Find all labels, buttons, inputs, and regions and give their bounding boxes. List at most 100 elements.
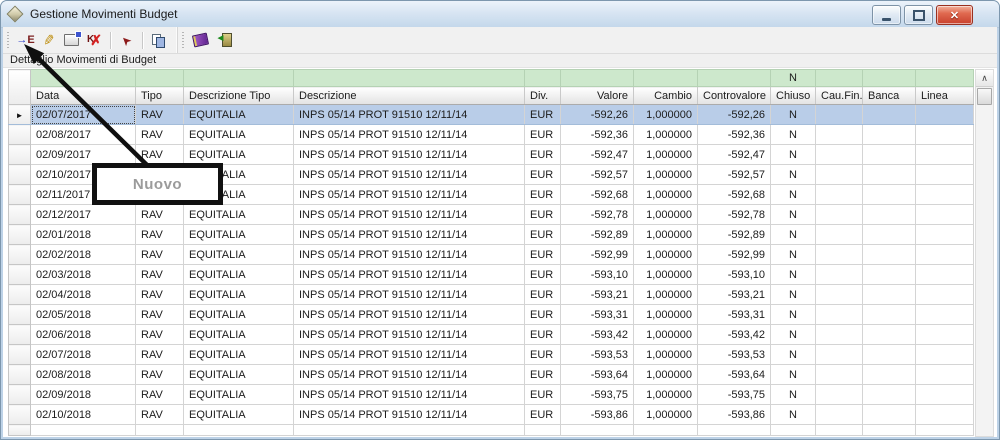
cell-div[interactable]: EUR (525, 385, 561, 405)
cell-linea[interactable] (916, 285, 974, 305)
cell-banca[interactable] (863, 225, 916, 245)
cell-descrizione_tipo[interactable]: EQUITALIA (184, 245, 294, 265)
cell-banca[interactable] (863, 145, 916, 165)
cell-controvalore[interactable]: -593,10 (698, 265, 771, 285)
cell-chiuso[interactable]: N (771, 285, 816, 305)
cell-cambio[interactable]: 1,000000 (634, 265, 698, 285)
cell-tipo[interactable]: RAV (136, 125, 184, 145)
cell-banca[interactable] (863, 265, 916, 285)
cell-cambio[interactable]: 1,000000 (634, 285, 698, 305)
cell-descrizione[interactable]: INPS 05/14 PROT 91510 12/11/14 (294, 325, 525, 345)
new-row-placeholder[interactable] (9, 425, 974, 436)
cell-cambio[interactable]: 1,000000 (634, 305, 698, 325)
cell-controvalore[interactable]: -593,42 (698, 325, 771, 345)
cell-linea[interactable] (916, 305, 974, 325)
cell-empty[interactable] (698, 425, 771, 436)
cell-descrizione[interactable]: INPS 05/14 PROT 91510 12/11/14 (294, 365, 525, 385)
filter-cell-descrizione[interactable] (294, 70, 525, 87)
cell-descrizione_tipo[interactable]: EQUITALIA (184, 305, 294, 325)
row-selector[interactable] (9, 125, 31, 145)
cell-tipo[interactable]: RAV (136, 325, 184, 345)
cell-descrizione_tipo[interactable]: EQUITALIA (184, 145, 294, 165)
cell-descrizione_tipo[interactable]: EQUITALIA (184, 105, 294, 125)
cell-valore[interactable]: -592,68 (561, 185, 634, 205)
cell-cambio[interactable]: 1,000000 (634, 405, 698, 425)
cell-controvalore[interactable]: -593,75 (698, 385, 771, 405)
cell-banca[interactable] (863, 125, 916, 145)
filter-cell-banca[interactable] (863, 70, 916, 87)
cell-data[interactable]: 02/09/2018 (31, 385, 136, 405)
table-row[interactable]: 02/07/2018RAVEQUITALIAINPS 05/14 PROT 91… (9, 345, 974, 365)
column-header-cau_fin[interactable]: Cau.Fin. (816, 87, 863, 105)
column-header-banca[interactable]: Banca (863, 87, 916, 105)
cell-descrizione_tipo[interactable]: EQUITALIA (184, 125, 294, 145)
cell-chiuso[interactable]: N (771, 185, 816, 205)
cell-chiuso[interactable]: N (771, 245, 816, 265)
column-header-cambio[interactable]: Cambio (634, 87, 698, 105)
column-header-valore[interactable]: Valore (561, 87, 634, 105)
cell-div[interactable]: EUR (525, 205, 561, 225)
row-selector[interactable] (9, 405, 31, 425)
cell-cambio[interactable]: 1,000000 (634, 345, 698, 365)
column-header-descrizione[interactable]: Descrizione (294, 87, 525, 105)
filter-cell-div[interactable] (525, 70, 561, 87)
cell-data[interactable]: 02/05/2018 (31, 305, 136, 325)
table-row[interactable]: 02/04/2018RAVEQUITALIAINPS 05/14 PROT 91… (9, 285, 974, 305)
cell-banca[interactable] (863, 245, 916, 265)
cell-linea[interactable] (916, 385, 974, 405)
cell-cambio[interactable]: 1,000000 (634, 145, 698, 165)
cell-tipo[interactable]: RAV (136, 305, 184, 325)
column-header-descrizione_tipo[interactable]: Descrizione Tipo (184, 87, 294, 105)
cell-descrizione[interactable]: INPS 05/14 PROT 91510 12/11/14 (294, 245, 525, 265)
cell-valore[interactable]: -592,36 (561, 125, 634, 145)
cell-valore[interactable]: -592,99 (561, 245, 634, 265)
cell-cau_fin[interactable] (816, 305, 863, 325)
table-row[interactable]: 02/07/2017RAVEQUITALIAINPS 05/14 PROT 91… (9, 105, 974, 125)
cell-linea[interactable] (916, 165, 974, 185)
row-selector[interactable] (9, 165, 31, 185)
row-selector[interactable] (9, 225, 31, 245)
cell-banca[interactable] (863, 105, 916, 125)
delete-record-button[interactable] (83, 29, 106, 51)
cell-div[interactable]: EUR (525, 405, 561, 425)
cell-banca[interactable] (863, 345, 916, 365)
selector-header[interactable] (9, 70, 31, 105)
column-header-chiuso[interactable]: Chiuso (771, 87, 816, 105)
cell-linea[interactable] (916, 125, 974, 145)
copy-button[interactable] (147, 29, 170, 51)
cell-descrizione_tipo[interactable]: EQUITALIA (184, 285, 294, 305)
toolbar-grip[interactable] (182, 32, 184, 48)
cell-div[interactable]: EUR (525, 125, 561, 145)
cell-descrizione[interactable]: INPS 05/14 PROT 91510 12/11/14 (294, 345, 525, 365)
cell-div[interactable]: EUR (525, 145, 561, 165)
row-selector[interactable] (9, 345, 31, 365)
cell-data[interactable]: 02/07/2018 (31, 345, 136, 365)
cell-chiuso[interactable]: N (771, 145, 816, 165)
cell-linea[interactable] (916, 365, 974, 385)
cell-valore[interactable]: -592,78 (561, 205, 634, 225)
cell-tipo[interactable]: RAV (136, 345, 184, 365)
row-selector[interactable] (9, 145, 31, 165)
cell-controvalore[interactable]: -592,89 (698, 225, 771, 245)
cell-empty[interactable] (294, 425, 525, 436)
cell-descrizione_tipo[interactable]: EQUITALIA (184, 225, 294, 245)
filter-cell-cau_fin[interactable] (816, 70, 863, 87)
cell-cau_fin[interactable] (816, 245, 863, 265)
cell-tipo[interactable]: RAV (136, 365, 184, 385)
row-selector[interactable] (9, 385, 31, 405)
column-header-linea[interactable]: Linea (916, 87, 974, 105)
cell-div[interactable]: EUR (525, 285, 561, 305)
cell-chiuso[interactable]: N (771, 305, 816, 325)
cell-descrizione_tipo[interactable]: EQUITALIA (184, 325, 294, 345)
cell-controvalore[interactable]: -592,36 (698, 125, 771, 145)
cell-banca[interactable] (863, 285, 916, 305)
cell-chiuso[interactable]: N (771, 205, 816, 225)
cell-cambio[interactable]: 1,000000 (634, 205, 698, 225)
cell-linea[interactable] (916, 265, 974, 285)
vertical-scrollbar[interactable] (975, 69, 994, 437)
edit-record-button[interactable] (37, 29, 60, 51)
cell-descrizione_tipo[interactable]: EQUITALIA (184, 385, 294, 405)
cell-controvalore[interactable]: -593,21 (698, 285, 771, 305)
cell-controvalore[interactable]: -592,47 (698, 145, 771, 165)
cell-empty[interactable] (863, 425, 916, 436)
